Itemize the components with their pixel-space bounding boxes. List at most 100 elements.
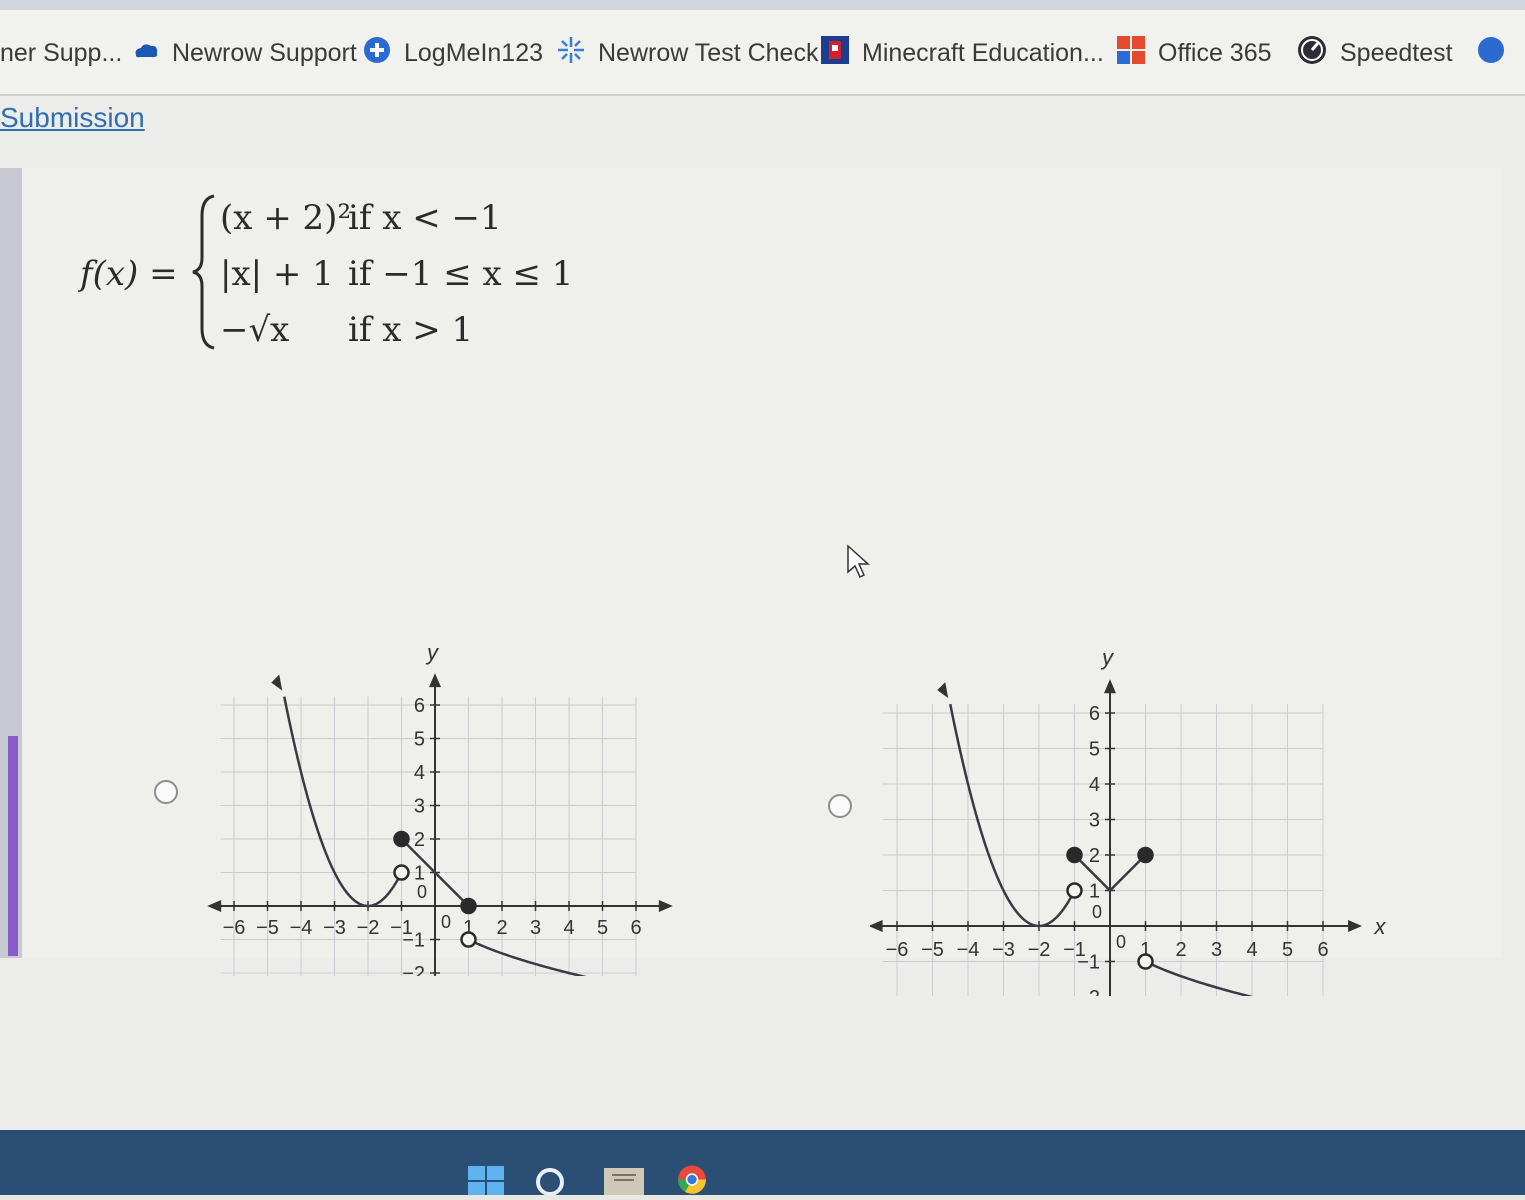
x-axis-arrow-icon: [1348, 920, 1363, 932]
x-tick-label: 6: [630, 917, 641, 939]
y-tick-label: 2: [1089, 845, 1100, 867]
piece-1-expr: (x + 2)²: [220, 198, 352, 238]
origin-label: 0: [417, 882, 427, 902]
bookmarks-bar: ner Supp... Newrow Support LogMeIn123 Ne…: [0, 10, 1525, 96]
closed-point: [1066, 846, 1083, 864]
bookmark-speedtest[interactable]: Speedtest: [1296, 34, 1453, 73]
newrow-cloud-icon: [132, 39, 160, 68]
bookmark-label: Minecraft Education...: [862, 38, 1104, 67]
piece-3-cond: if x > 1: [348, 310, 474, 350]
bookmark-label: ner Supp...: [0, 38, 123, 67]
series-line: [467, 938, 587, 976]
graph-option-2: xy−6−5−4−3−2−1123456654321−1−2−300: [870, 645, 1386, 996]
x-axis-label: x: [1373, 914, 1386, 939]
newrow-sparkle-icon: [556, 35, 586, 72]
submission-link[interactable]: Submission: [0, 102, 145, 134]
piecewise-function: f(x) = (x + 2)² if x < −1 |x| + 1 if −1 …: [80, 192, 640, 392]
series-arrow-icon: [937, 682, 949, 699]
search-icon[interactable]: [532, 1164, 572, 1198]
series-line: [1144, 960, 1254, 996]
bookmark-newrow-support[interactable]: Newrow Support: [132, 36, 357, 70]
bookmark-office-365[interactable]: Office 365: [1116, 35, 1272, 72]
y-tick-label: 6: [414, 695, 425, 717]
series-line: [949, 703, 1076, 928]
y-tick-label: 5: [1089, 739, 1100, 761]
x-tick-label: −4: [290, 917, 313, 939]
x-axis-left-arrow-icon: [870, 920, 883, 932]
mouse-cursor-icon: [847, 544, 870, 579]
closed-point: [393, 830, 410, 848]
x-axis-arrow-icon: [658, 900, 673, 912]
series-arrow-icon: [271, 674, 283, 691]
window-top-strip: [0, 0, 1525, 10]
y-tick-label: 6: [1089, 703, 1100, 725]
x-tick-label: −4: [957, 939, 980, 961]
answer-option-1-radio[interactable]: [154, 780, 178, 804]
y-tick-label: 1: [1089, 881, 1100, 903]
page-content: Submission f(x) = (x + 2)² if x < −1 |x|…: [0, 96, 1525, 1130]
x-tick-label: −5: [921, 939, 944, 961]
y-tick-label: 4: [1089, 774, 1100, 796]
x-axis-left-arrow-icon: [207, 900, 222, 912]
logmein-plus-icon: [362, 35, 392, 72]
x-tick-label: 2: [496, 917, 507, 939]
function-lhs: f(x) =: [80, 254, 178, 294]
piece-1-cond: if x < −1: [348, 198, 502, 238]
piece-2-expr: |x| + 1: [220, 254, 334, 294]
bookmark-label: Office 365: [1158, 38, 1272, 67]
x-tick-label: −3: [992, 939, 1015, 961]
y-tick-label: −1: [1077, 952, 1100, 974]
open-point: [1066, 882, 1083, 899]
x-tick-label: −3: [323, 917, 346, 939]
x-tick-label: 5: [1282, 939, 1293, 961]
piece-2-cond: if −1 ≤ x ≤ 1: [348, 254, 574, 294]
bookmark-label: Newrow Test Check: [598, 38, 819, 67]
y-axis-label: y: [1100, 645, 1115, 670]
bookmark-newrow-test-check[interactable]: Newrow Test Check: [556, 36, 818, 70]
y-tick-label: 3: [414, 796, 425, 818]
origin-label: 0: [1116, 932, 1126, 952]
question-accent-bar: [8, 736, 18, 956]
x-tick-label: −6: [223, 917, 246, 939]
y-tick-label: −1: [402, 930, 425, 952]
x-tick-label: 4: [1246, 939, 1257, 961]
x-tick-label: 6: [1317, 939, 1328, 961]
speedtest-gauge-icon: [1296, 34, 1328, 73]
bookmark-label: LogMeIn123: [404, 38, 544, 67]
y-tick-label: 4: [414, 762, 425, 784]
x-tick-label: −6: [886, 939, 909, 961]
series-line: [283, 696, 403, 908]
bookmark-minecraft-education[interactable]: Minecraft Education...: [820, 35, 1104, 70]
y-tick-label: 3: [1089, 810, 1100, 832]
left-brace-icon: [192, 194, 215, 350]
bookmark-label: Newrow Support: [172, 38, 357, 67]
help-circle-icon: [1476, 35, 1506, 72]
open-point: [1137, 953, 1154, 970]
terms-app-icon[interactable]: [604, 1164, 644, 1198]
closed-point: [1137, 846, 1154, 864]
x-tick-label: 4: [563, 917, 574, 939]
origin-label: 0: [441, 912, 451, 932]
windows-start-icon[interactable]: [466, 1164, 506, 1198]
bookmark-overflow[interactable]: [1476, 36, 1506, 70]
open-point: [393, 864, 410, 881]
x-tick-label: 5: [597, 917, 608, 939]
y-tick-label: 5: [414, 729, 425, 751]
x-tick-label: 3: [530, 917, 541, 939]
bookmark-logmein[interactable]: LogMeIn123: [362, 36, 543, 70]
office-365-icon: [1116, 35, 1146, 72]
y-tick-label: −2: [402, 963, 425, 976]
y-axis-arrow-icon: [1104, 679, 1116, 694]
y-axis-label: y: [425, 640, 440, 665]
y-tick-label: −2: [1077, 987, 1100, 996]
graph-option-1: xy−6−5−4−3−2−1123456654321−1−2−300: [207, 640, 673, 976]
y-axis-arrow-icon: [429, 673, 441, 688]
x-tick-label: 2: [1175, 939, 1186, 961]
chrome-icon[interactable]: [672, 1164, 712, 1198]
closed-point: [460, 897, 477, 915]
x-tick-label: −2: [357, 917, 380, 939]
x-tick-label: 3: [1211, 939, 1222, 961]
answer-option-2-radio[interactable]: [828, 794, 852, 818]
bookmark-support[interactable]: ner Supp...: [0, 36, 122, 70]
taskbar: [0, 1130, 1525, 1198]
